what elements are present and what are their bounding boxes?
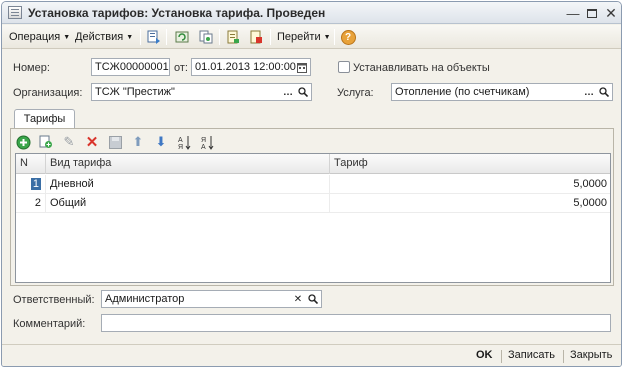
toolbar-divider <box>140 29 141 45</box>
delete-row-icon[interactable]: ✕ <box>84 134 100 151</box>
row-number-cell: 2 <box>16 194 46 213</box>
organization-value: ТСЖ "Престиж" <box>95 86 175 98</box>
close-button[interactable]: Закрыть <box>570 349 612 361</box>
title-bar[interactable]: Установка тарифов: Установка тарифа. Про… <box>2 2 621 24</box>
chevron-down-icon: ▼ <box>323 33 331 41</box>
search-icon[interactable] <box>296 84 310 100</box>
actions-menu[interactable]: Действия ▼ <box>72 28 136 46</box>
chevron-down-icon: ▼ <box>63 33 71 41</box>
toolbar-divider <box>219 29 220 45</box>
footer-divider <box>501 350 502 363</box>
column-header-tariff-kind[interactable]: Вид тарифа <box>46 154 330 174</box>
select-ellipsis-icon[interactable]: … <box>281 84 295 100</box>
close-icon[interactable]: ✕ <box>603 5 619 21</box>
rate-cell: 5,0000 <box>573 197 607 209</box>
responsible-label: Ответственный: <box>13 294 95 306</box>
svg-text:A: A <box>178 137 183 144</box>
toolbar-divider <box>166 29 167 45</box>
date-field[interactable]: 01.01.2013 12:00:00 <box>191 58 311 76</box>
refresh-icon <box>175 30 189 44</box>
toolbar-divider <box>270 29 271 45</box>
help-icon-symbol: ? <box>344 31 352 43</box>
minimize-icon[interactable]: — <box>565 5 581 21</box>
tariffs-table[interactable]: N Вид тарифа Тариф 1 Дневной 5,0000 2 Об… <box>15 153 611 283</box>
operation-menu[interactable]: Операция ▼ <box>6 28 73 46</box>
service-field[interactable]: Отопление (по счетчикам) … <box>391 83 613 101</box>
select-ellipsis-icon[interactable]: … <box>582 84 596 100</box>
install-on-objects-label: Устанавливать на объекты <box>353 62 490 74</box>
refresh-button[interactable] <box>173 28 191 46</box>
table-row[interactable]: 1 Дневной 5,0000 <box>16 175 610 194</box>
column-header-n[interactable]: N <box>16 154 46 174</box>
service-value: Отопление (по счетчикам) <box>395 86 530 98</box>
svg-text:A: A <box>201 144 206 150</box>
tariffs-panel: ✎ ✕ ⬆ ⬇ AЯ ЯA N Вид тарифа Тариф 1 Дневн… <box>10 128 614 286</box>
footer-divider <box>563 350 564 363</box>
help-icon: ? <box>340 29 356 45</box>
hierarchy-icon <box>249 30 263 44</box>
number-value: ТСЖ00000001 <box>95 61 169 73</box>
goto-menu-label: Перейти <box>277 31 321 43</box>
operation-menu-label: Операция <box>9 31 61 43</box>
date-value: 01.01.2013 12:00:00 <box>195 61 296 73</box>
goto-menu[interactable]: Перейти ▼ <box>274 28 334 46</box>
date-from-label: от: <box>174 62 188 74</box>
move-down-icon[interactable]: ⬇ <box>153 134 169 150</box>
tab-tariffs-label: Тарифы <box>23 113 66 125</box>
install-on-objects-checkbox[interactable] <box>338 61 350 73</box>
svg-text:Я: Я <box>201 137 206 144</box>
command-bar: Операция ▼ Действия ▼ Перейти ▼ ? <box>2 25 621 49</box>
move-up-icon[interactable]: ⬆ <box>130 134 146 150</box>
document-icon <box>8 6 22 19</box>
number-label: Номер: <box>13 62 50 74</box>
calendar-icon[interactable] <box>295 59 309 75</box>
row-number-cell: 1 <box>16 175 46 194</box>
organization-label: Организация: <box>13 87 83 99</box>
table-row[interactable]: 2 Общий 5,0000 <box>16 194 610 213</box>
edit-row-icon[interactable]: ✎ <box>61 134 77 150</box>
save-button[interactable]: Записать <box>508 349 555 361</box>
comment-label: Комментарий: <box>13 318 86 330</box>
post-and-close-button[interactable] <box>145 28 163 46</box>
window-title: Установка тарифов: Установка тарифа. Про… <box>28 6 326 20</box>
tariff-kind-cell: Общий <box>46 194 330 213</box>
document-window: Установка тарифов: Установка тарифа. Про… <box>1 1 622 367</box>
number-field[interactable]: ТСЖ00000001 <box>91 58 170 76</box>
table-header: N Вид тарифа Тариф <box>16 154 610 174</box>
post-movements-button[interactable] <box>224 28 242 46</box>
sort-ascending-icon[interactable]: AЯ <box>176 134 192 150</box>
actions-menu-label: Действия <box>75 31 124 43</box>
form-footer: OK Записать Закрыть <box>2 344 621 366</box>
document-movements-icon <box>226 30 240 44</box>
copy-document-button[interactable] <box>197 28 215 46</box>
add-row-icon[interactable] <box>15 134 31 150</box>
tariff-kind-cell: Дневной <box>46 175 330 194</box>
search-icon[interactable] <box>597 84 611 100</box>
save-close-icon <box>147 30 161 44</box>
maximize-icon[interactable] <box>584 5 600 21</box>
search-icon[interactable] <box>306 291 320 307</box>
copy-document-icon <box>199 30 213 44</box>
service-label: Услуга: <box>337 87 374 99</box>
comment-field[interactable] <box>101 314 611 332</box>
clear-icon[interactable]: ✕ <box>291 291 305 307</box>
copy-row-icon[interactable] <box>38 134 54 150</box>
responsible-value: Администратор <box>105 293 185 305</box>
toolbar-divider <box>334 29 335 45</box>
end-editing-icon[interactable] <box>107 134 123 150</box>
row-number: 1 <box>30 178 41 190</box>
rate-cell: 5,0000 <box>573 178 607 190</box>
column-header-rate[interactable]: Тариф <box>330 154 611 174</box>
tab-tariffs[interactable]: Тарифы <box>14 109 75 129</box>
sort-descending-icon[interactable]: ЯA <box>199 134 215 150</box>
structure-button[interactable] <box>247 28 265 46</box>
responsible-field[interactable]: Администратор ✕ <box>101 290 322 308</box>
organization-field[interactable]: ТСЖ "Престиж" … <box>91 83 312 101</box>
svg-text:Я: Я <box>178 144 183 150</box>
help-button[interactable]: ? <box>339 28 357 46</box>
ok-button[interactable]: OK <box>476 349 493 361</box>
chevron-down-icon: ▼ <box>126 33 134 41</box>
